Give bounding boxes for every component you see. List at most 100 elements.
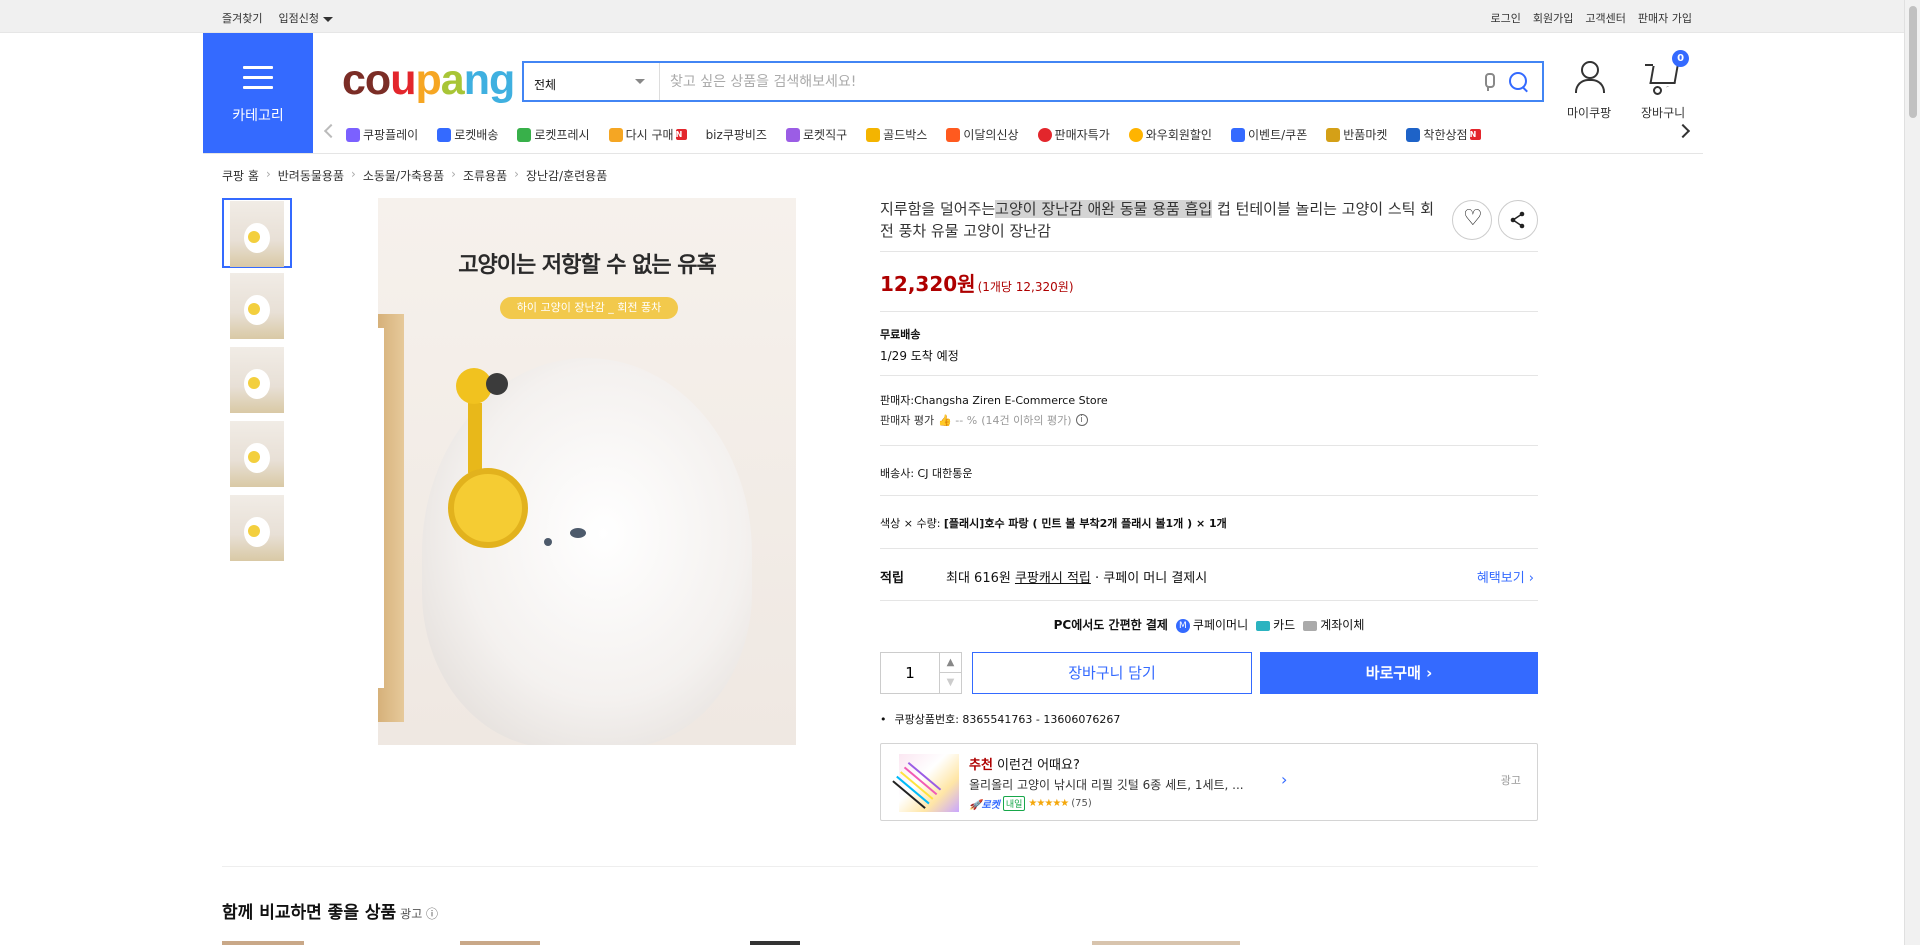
scrollbar-thumb[interactable] — [1909, 6, 1917, 118]
main-product-image[interactable]: 고양이는 저항할 수 없는 유혹 하이 고양이 장난감 _ 회전 풍차 — [378, 198, 796, 745]
chevron-down-icon — [635, 79, 645, 84]
new-badge: N — [1469, 129, 1481, 140]
price: 12,320원 (1개당 12,320원) — [880, 272, 1074, 296]
thumbnail-3[interactable] — [222, 346, 292, 416]
easy-pay-row: PC에서도 간편한 결제 M 쿠페이머니 카드 계좌이체 — [1053, 618, 1365, 633]
nav-item[interactable]: 다시 구매 N — [608, 126, 687, 143]
breadcrumb-item[interactable]: 쿠팡 홈 — [222, 167, 259, 184]
breadcrumb: 쿠팡 홈 › 반려동물용품 › 소동물/가축용품 › 조류용품 › 장난감/훈련용품 — [222, 167, 607, 184]
chevron-right-icon: › — [351, 167, 356, 181]
mypage-button[interactable]: 마이쿠팡 — [1567, 58, 1611, 121]
thumbnail-5[interactable] — [222, 494, 292, 564]
card-icon — [1256, 620, 1271, 631]
nav-item[interactable]: 로켓직구 — [785, 126, 847, 143]
nav-item[interactable]: 로켓프레시 — [517, 126, 590, 143]
ad-label: 광고 — [1500, 774, 1521, 787]
breadcrumb-item[interactable]: 소동물/가축용품 — [363, 167, 444, 184]
login-link[interactable]: 로그인 — [1491, 10, 1521, 26]
image-pill: 하이 고양이 장난감 _ 회전 풍차 — [500, 297, 678, 319]
nav-item[interactable]: 이벤트/쿠폰 — [1230, 126, 1307, 143]
cart-button[interactable]: 0 장바구니 — [1641, 50, 1690, 121]
add-to-cart-button[interactable]: 장바구니 담기 — [972, 652, 1252, 694]
coupay-icon: M — [1175, 618, 1190, 633]
seller-signup-link[interactable]: 판매자 가입 — [1638, 10, 1692, 26]
compare-section-title: 함께 비교하면 좋을 상품 광고 ⓘ — [222, 903, 439, 923]
cash-link[interactable]: 쿠팡캐시 적립 — [1015, 571, 1091, 586]
info-icon[interactable]: i — [1075, 414, 1088, 426]
share-icon[interactable] — [1498, 200, 1538, 240]
nav-next-icon[interactable] — [1675, 123, 1691, 139]
buy-now-button[interactable]: 바로구매 › — [1260, 652, 1538, 694]
chevron-right-icon: › — [514, 167, 519, 181]
cashback-row: 적립 최대 616원 쿠팡캐시 적립 · 쿠페이 머니 결제시 혜택보기 › — [880, 567, 1538, 586]
percent-icon — [1037, 127, 1052, 142]
courier: 배송사: CJ 대한통운 — [880, 467, 973, 480]
quantity-stepper: ▲▼ — [880, 652, 962, 694]
wow-icon — [1128, 127, 1143, 142]
header-divider — [203, 153, 1703, 154]
nav-item[interactable]: 로켓배송 — [437, 126, 498, 143]
selected-option: 색상 × 수량: [플래시]호수 파랑 ( 민트 볼 부착2개 플래시 볼1개 … — [880, 517, 1227, 530]
new-arrival-icon — [946, 127, 961, 142]
microphone-icon[interactable] — [1482, 72, 1495, 91]
arrival-date: 1/29 도착 예정 — [880, 349, 959, 363]
recommendation-image — [899, 754, 959, 812]
coupon-icon — [1230, 127, 1245, 142]
thumbnail-list — [222, 198, 294, 568]
category-menu-button[interactable]: 카테고리 — [203, 33, 313, 153]
search-icon[interactable] — [1508, 71, 1530, 93]
nav-item[interactable]: 반품마켓 — [1326, 126, 1387, 143]
benefit-more-link[interactable]: 혜택보기 › — [1477, 567, 1534, 586]
recommendation-name: 올리올리 고양이 낚시대 리필 깃털 6종 세트, 1세트, ... — [969, 778, 1244, 792]
recommendation-card[interactable]: 추천 이런건 어때요? 올리올리 고양이 낚시대 리필 깃털 6종 세트, 1세… — [880, 743, 1538, 821]
nav-item[interactable]: 골드박스 — [866, 126, 927, 143]
star-rating: ★★★★★ — [1028, 798, 1069, 809]
new-badge: N — [675, 129, 687, 140]
nav-item[interactable]: 이달의신상 — [946, 126, 1019, 143]
breadcrumb-item[interactable]: 장난감/훈련용품 — [526, 167, 607, 184]
chevron-right-icon[interactable]: › — [1281, 770, 1287, 789]
thumbnail-1[interactable] — [222, 198, 292, 268]
breadcrumb-item[interactable]: 반려동물용품 — [278, 167, 344, 184]
bookmark-link[interactable]: 즐겨찾기 — [222, 10, 262, 26]
chevron-down-icon — [322, 16, 333, 22]
nav-item[interactable]: biz쿠팡비즈 — [706, 126, 767, 143]
search-category-select[interactable]: 전체 — [524, 63, 660, 100]
seller-apply-link[interactable]: 입점신청 — [278, 10, 333, 26]
seller-name[interactable]: 판매자:Changsha Ziren E-Commerce Store — [880, 392, 1108, 408]
thumbnail-4[interactable] — [222, 420, 292, 490]
chevron-right-icon: › — [451, 167, 456, 181]
search-input[interactable] — [660, 63, 1482, 100]
breadcrumb-item[interactable]: 조류용품 — [463, 167, 507, 184]
cart-icon: 0 — [1643, 50, 1690, 98]
coupang-logo[interactable]: coupang — [342, 55, 515, 105]
play-icon — [346, 127, 360, 142]
rocket-icon — [437, 127, 452, 142]
signup-link[interactable]: 회원가입 — [1533, 10, 1573, 26]
nav-item[interactable]: 와우회원할인 — [1128, 126, 1212, 143]
decrease-icon[interactable]: ▼ — [940, 673, 961, 693]
global-icon — [785, 127, 800, 142]
rebuy-icon — [608, 127, 623, 142]
seller-rating: 판매자 평가 👍 -- % (14건 이하의 평가) i — [880, 412, 1088, 428]
goldbox-icon — [866, 127, 881, 142]
product-id: 쿠팡상품번호: 8365541763 - 13606076267 — [880, 711, 1121, 727]
cart-count-badge: 0 — [1672, 50, 1690, 67]
nav-item[interactable]: 쿠팡플레이 — [346, 126, 418, 143]
wishlist-heart-icon[interactable] — [1452, 200, 1492, 240]
rocket-fresh-icon — [517, 127, 532, 142]
nav-prev-icon[interactable] — [323, 123, 339, 139]
tomorrow-badge: 내일 — [1002, 796, 1026, 811]
increase-icon[interactable]: ▲ — [940, 653, 961, 673]
quantity-input[interactable] — [881, 653, 939, 693]
page-scrollbar[interactable] — [1904, 0, 1920, 945]
hamburger-icon — [243, 66, 273, 96]
nav-item[interactable]: 판매자특가 — [1037, 126, 1110, 143]
bank-icon — [1303, 620, 1318, 631]
nav-item[interactable]: 착한상점 N — [1406, 126, 1481, 143]
thumbnail-2[interactable] — [222, 272, 292, 342]
customer-center-link[interactable]: 고객센터 — [1585, 10, 1625, 26]
product-title: 지루함을 덜어주는고양이 장난감 애완 동물 용품 흡입 컵 턴테이블 놀리는 … — [880, 200, 1435, 240]
category-label: 카테고리 — [232, 108, 284, 124]
person-icon — [1569, 58, 1609, 98]
